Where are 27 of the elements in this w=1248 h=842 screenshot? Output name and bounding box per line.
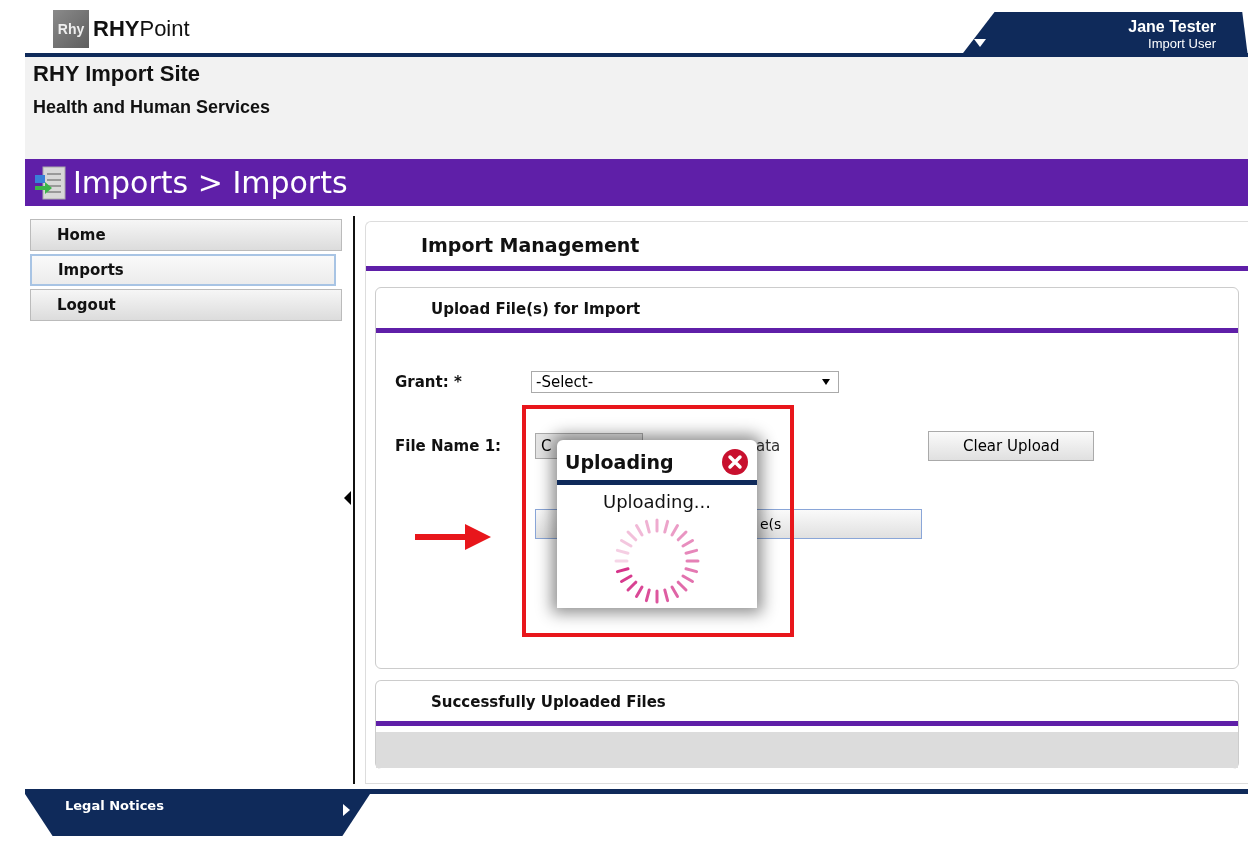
user-name: Jane Tester (1128, 18, 1216, 36)
dropdown-arrow-icon (822, 379, 830, 385)
dialog-message: Uploading... (602, 491, 712, 512)
sidebar-item[interactable]: Imports (30, 254, 336, 286)
file-name-label: File Name 1: (394, 437, 503, 455)
dialog-title: Uploading (565, 451, 674, 473)
collapse-arrow-icon[interactable] (344, 491, 351, 505)
panel-heading: Upload File(s) for Import (376, 288, 1238, 333)
close-icon[interactable] (721, 448, 749, 476)
expand-arrow-icon[interactable] (343, 804, 350, 816)
logo-badge: Rhy (53, 10, 89, 48)
page-title: Imports > Imports (73, 165, 348, 200)
brand-name: RHYPoint (93, 16, 190, 42)
sidebar-item[interactable]: Logout (30, 289, 342, 321)
panel-title: Import Management (366, 222, 1248, 271)
sidebar-item[interactable]: Home (30, 219, 342, 251)
import-document-icon (33, 164, 67, 201)
site-subtitle: Health and Human Services (33, 97, 272, 118)
clear-upload-button[interactable]: Clear Upload (928, 431, 1095, 461)
legal-notices-link[interactable]: Legal Notices (65, 798, 164, 813)
site-title: RHY Import Site (33, 61, 202, 87)
caret-icon[interactable] (974, 38, 986, 47)
grant-label: Grant: * (394, 373, 463, 391)
user-role: Import User (1148, 36, 1216, 51)
grant-dropdown[interactable]: -Select- (531, 371, 839, 393)
file-status-text: ata (756, 437, 781, 455)
panel-heading: Successfully Uploaded Files (376, 681, 1238, 726)
